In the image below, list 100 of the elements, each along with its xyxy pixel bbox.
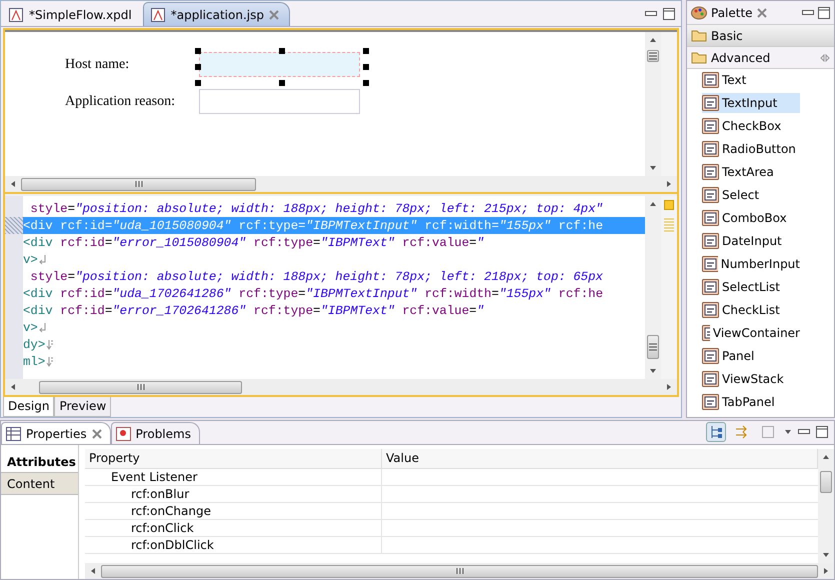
tree-view-button[interactable] — [706, 422, 726, 442]
palette-item[interactable]: DateInput — [702, 231, 800, 251]
widget-icon — [702, 187, 719, 203]
widget-icon — [702, 256, 718, 272]
palette-item[interactable]: NumberInput — [702, 254, 800, 274]
palette-item[interactable]: TabPanel — [702, 392, 800, 412]
scroll-left-arrow[interactable] — [9, 383, 17, 391]
view-tab[interactable]: Properties — [1, 422, 111, 444]
table-cell: rcf:onBlur — [85, 486, 382, 502]
close-icon[interactable] — [268, 10, 279, 20]
text-input[interactable] — [199, 52, 360, 77]
close-icon[interactable] — [92, 428, 102, 438]
form-label: Application reason: — [65, 94, 176, 110]
palette-item[interactable]: ComboBox — [702, 208, 800, 228]
scroll-up-arrow[interactable] — [649, 200, 657, 208]
minimize-icon[interactable] — [802, 10, 814, 16]
view-tab[interactable]: Problems — [110, 422, 200, 444]
scroll-down-arrow[interactable] — [822, 551, 830, 559]
maximize-icon[interactable] — [663, 8, 675, 20]
editor-tab[interactable]: *SimpleFlow.xpdl — [1, 2, 143, 26]
widget-icon — [702, 164, 719, 180]
scroll-left-arrow[interactable] — [89, 567, 97, 575]
vertical-scrollbar[interactable] — [645, 32, 661, 176]
palette-item[interactable]: Text — [702, 70, 800, 90]
horizontal-scrollbar[interactable] — [85, 563, 834, 579]
scroll-left-arrow[interactable] — [9, 180, 17, 188]
window-icon — [761, 425, 775, 439]
warning-icon — [116, 426, 131, 440]
resize-handle[interactable] — [279, 80, 285, 86]
palette-title: Palette — [711, 6, 753, 20]
widget-icon — [702, 302, 719, 318]
palette-item[interactable]: ViewContainer — [702, 323, 800, 343]
scroll-down-arrow[interactable] — [649, 164, 657, 172]
palette-drawer[interactable]: Advanced — [687, 47, 834, 69]
widget-icon — [702, 348, 719, 364]
close-icon[interactable] — [756, 8, 767, 18]
palette-item[interactable]: Panel — [702, 346, 800, 366]
scroll-thumb[interactable] — [101, 564, 818, 578]
scroll-thumb[interactable] — [647, 335, 659, 359]
maximize-icon[interactable] — [818, 6, 830, 18]
grip-icon — [649, 52, 657, 60]
folder-icon — [691, 51, 707, 64]
tree-icon — [709, 425, 723, 439]
maximize-icon[interactable] — [816, 426, 828, 438]
widget-icon — [702, 72, 719, 88]
column-header[interactable]: Property — [85, 449, 382, 468]
text-input[interactable] — [199, 89, 360, 114]
code-line: ml> — [23, 353, 645, 370]
scroll-up-arrow[interactable] — [822, 453, 830, 461]
resize-handle[interactable] — [363, 48, 369, 54]
palette-item[interactable]: RadioButton — [702, 139, 800, 159]
scroll-up-arrow[interactable] — [649, 36, 657, 44]
horizontal-scrollbar[interactable] — [5, 176, 677, 192]
pin-icon[interactable] — [820, 54, 830, 62]
vertical-scrollbar[interactable] — [645, 196, 661, 379]
scroll-thumb[interactable] — [21, 178, 256, 190]
view-tab[interactable]: Preview — [54, 397, 112, 417]
grip-icon — [649, 343, 657, 351]
resize-handle[interactable] — [195, 48, 201, 54]
resize-handle[interactable] — [363, 80, 369, 86]
warning-marker-icon — [664, 200, 674, 210]
palette-item[interactable]: TextArea — [702, 162, 800, 182]
scroll-right-arrow[interactable] — [665, 383, 673, 391]
scroll-down-arrow[interactable] — [649, 367, 657, 375]
widget-icon — [702, 394, 719, 410]
scroll-right-arrow[interactable] — [822, 567, 830, 575]
minimize-icon[interactable] — [645, 11, 657, 17]
palette-icon — [691, 6, 707, 20]
table-cell: rcf:onChange — [85, 503, 382, 519]
editor-tab[interactable]: *application.jsp — [142, 2, 290, 26]
table-icon — [6, 426, 21, 440]
section-tab[interactable]: Content — [1, 473, 78, 495]
palette-item[interactable]: SelectList — [702, 277, 800, 297]
grip-icon — [456, 568, 464, 574]
resize-handle[interactable] — [279, 48, 285, 54]
palette-item[interactable]: ViewStack — [702, 369, 800, 389]
scroll-right-arrow[interactable] — [665, 180, 673, 188]
widget-icon — [702, 371, 719, 387]
view-tab[interactable]: Design — [3, 397, 54, 417]
scroll-thumb[interactable] — [647, 50, 659, 62]
view-menu-icon[interactable] — [784, 428, 792, 436]
palette-item[interactable]: CheckList — [702, 300, 800, 320]
minimize-icon[interactable] — [798, 429, 810, 435]
table-cell: rcf:onDblClick — [85, 537, 382, 553]
horizontal-scrollbar[interactable] — [5, 379, 677, 395]
occurrence-marker-icon — [664, 218, 674, 234]
code-line: dy> — [23, 336, 645, 353]
palette-item[interactable]: Select — [702, 185, 800, 205]
palette-drawer[interactable]: Basic — [687, 25, 834, 47]
widget-icon — [702, 233, 719, 249]
widget-icon — [702, 141, 719, 157]
resize-handle[interactable] — [363, 64, 369, 70]
resize-handle[interactable] — [195, 64, 201, 70]
palette-item[interactable]: TextInput — [702, 93, 800, 113]
scroll-thumb[interactable] — [820, 471, 832, 493]
vertical-scrollbar[interactable] — [818, 449, 834, 563]
palette-item[interactable]: CheckBox — [702, 116, 800, 136]
table-cell: Event Listener — [85, 469, 382, 485]
scroll-thumb[interactable] — [39, 380, 242, 394]
resize-handle[interactable] — [195, 80, 201, 86]
